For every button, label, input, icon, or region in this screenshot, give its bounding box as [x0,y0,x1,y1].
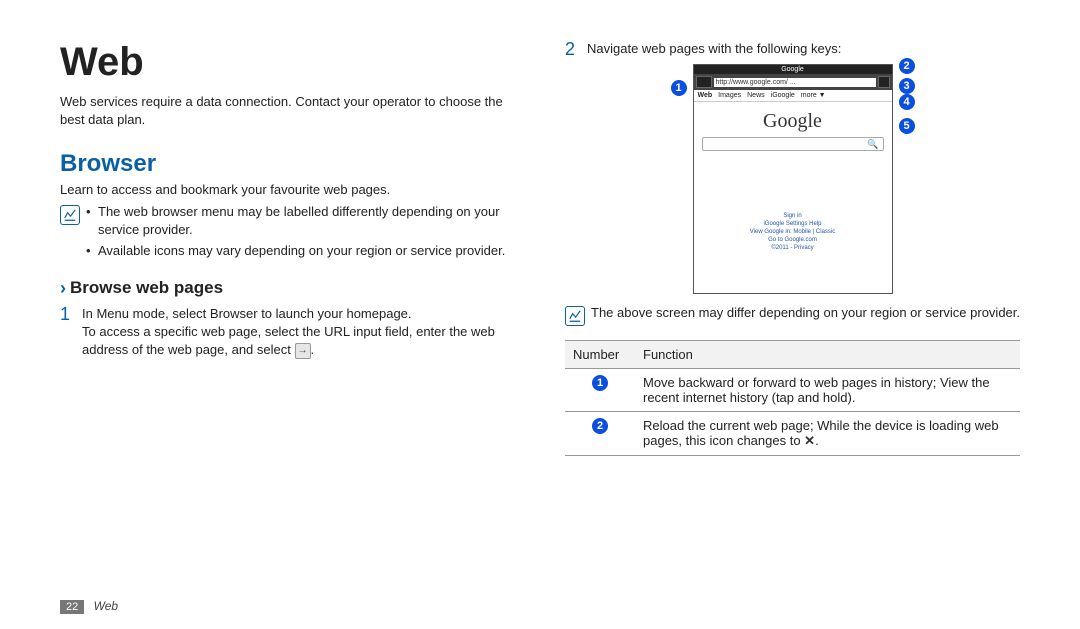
step-number: 1 [60,305,74,323]
callout-badge: 1 [592,375,608,391]
phone-footer-links: Sign in iGoogle Settings Help View Googl… [694,151,892,257]
note-text: The above screen may differ depending on… [591,304,1020,322]
page-number: 22 [60,600,84,614]
note-item: Available icons may vary depending on yo… [86,242,515,260]
google-logo: Google [694,102,892,137]
chapter-name: Web [94,599,118,613]
callout-badge: 2 [592,418,608,434]
note-icon [60,205,80,225]
step-number: 2 [565,40,579,58]
close-icon: ✕ [804,433,815,448]
table-header-function: Function [635,341,1020,369]
section-heading: Browser [60,150,515,178]
function-cell: Move backward or forward to web pages in… [635,369,1020,412]
callout-3: 3 [899,78,915,94]
note-icon [565,306,585,326]
section-intro: Learn to access and bookmark your favour… [60,182,515,197]
go-arrow-icon: → [295,343,311,359]
phone-statusbar: Google [694,65,892,74]
page-title: Web [60,40,515,85]
function-table: Number Function 1 Move backward or forwa… [565,340,1020,456]
reload-button [878,76,890,88]
note-item: The web browser menu may be labelled dif… [86,203,515,238]
table-row: 2 Reload the current web page; While the… [565,412,1020,456]
phone-screenshot: Google http://www.google.com/ ... Web Im… [693,64,893,294]
phone-search-box: 🔍 [702,137,884,151]
phone-tabs: Web Images News iGoogle more ▼ [694,90,892,102]
step-body: In Menu mode, select Browser to launch y… [82,305,515,360]
chevron-right-icon: › [60,278,66,299]
step-body: Navigate web pages with the following ke… [587,40,1020,58]
callout-2: 2 [899,58,915,74]
note-list: The web browser menu may be labelled dif… [86,203,515,264]
callout-5: 5 [899,118,915,134]
page-footer: 22 Web [60,599,118,613]
function-cell: Reload the current web page; While the d… [635,412,1020,456]
callout-1: 1 [671,80,687,96]
intro-text: Web services require a data connection. … [60,93,515,128]
table-header-number: Number [565,341,635,369]
callout-4: 4 [899,94,915,110]
url-field: http://www.google.com/ ... [714,78,876,87]
nav-back-forward-button [696,76,712,88]
table-row: 1 Move backward or forward to web pages … [565,369,1020,412]
subsection-title: Browse web pages [70,278,223,298]
